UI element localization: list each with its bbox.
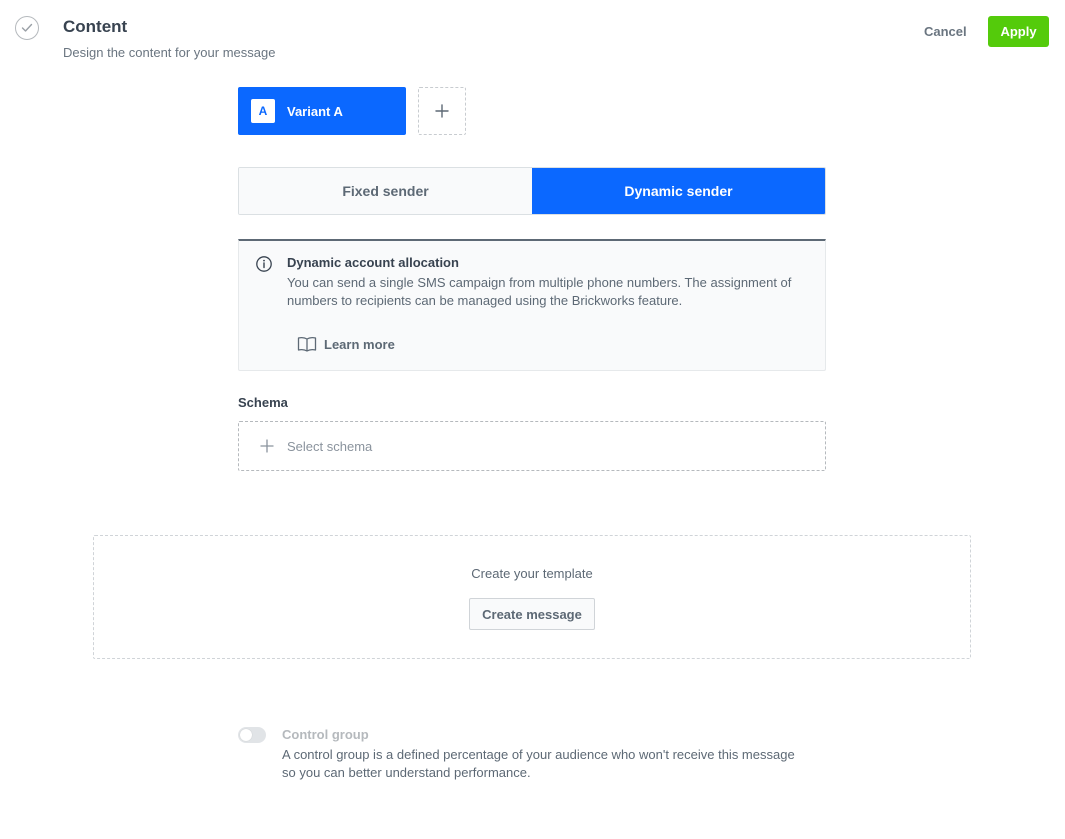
apply-button[interactable]: Apply	[988, 16, 1049, 47]
variant-label: Variant A	[287, 103, 343, 119]
schema-label: Schema	[238, 395, 288, 410]
info-icon	[256, 256, 272, 272]
dynamic-allocation-info: Dynamic account allocation You can send …	[238, 239, 826, 371]
template-dropzone: Create your template Create message	[93, 535, 971, 659]
content-step-page: Content Design the content for your mess…	[0, 0, 1065, 839]
toggle-knob	[240, 729, 252, 741]
plus-icon	[260, 439, 274, 453]
control-group-toggle[interactable]	[238, 727, 266, 743]
info-title: Dynamic account allocation	[287, 255, 459, 270]
step-check-icon	[15, 16, 39, 40]
dynamic-sender-option[interactable]: Dynamic sender	[532, 168, 825, 214]
cancel-button[interactable]: Cancel	[914, 20, 977, 44]
template-title: Create your template	[471, 566, 593, 581]
book-icon	[297, 336, 317, 352]
sender-type-toggle: Fixed sender Dynamic sender	[238, 167, 826, 215]
learn-more-link[interactable]: Learn more	[297, 334, 395, 354]
plus-icon	[435, 104, 449, 118]
page-subtitle: Design the content for your message	[63, 45, 276, 60]
select-schema-label: Select schema	[287, 438, 373, 454]
control-group-description: A control group is a defined percentage …	[282, 747, 795, 780]
page-title: Content	[63, 17, 128, 36]
select-schema-button[interactable]: Select schema	[238, 421, 826, 471]
fixed-sender-option[interactable]: Fixed sender	[239, 168, 532, 214]
learn-more-label: Learn more	[324, 336, 395, 352]
create-message-button[interactable]: Create message	[469, 598, 595, 630]
add-variant-button[interactable]	[418, 87, 466, 135]
variant-tab-a[interactable]: A Variant A	[238, 87, 406, 135]
info-text: You can send a single SMS campaign from …	[287, 275, 792, 308]
variant-badge: A	[251, 99, 275, 123]
control-group-title: Control group	[282, 727, 369, 742]
